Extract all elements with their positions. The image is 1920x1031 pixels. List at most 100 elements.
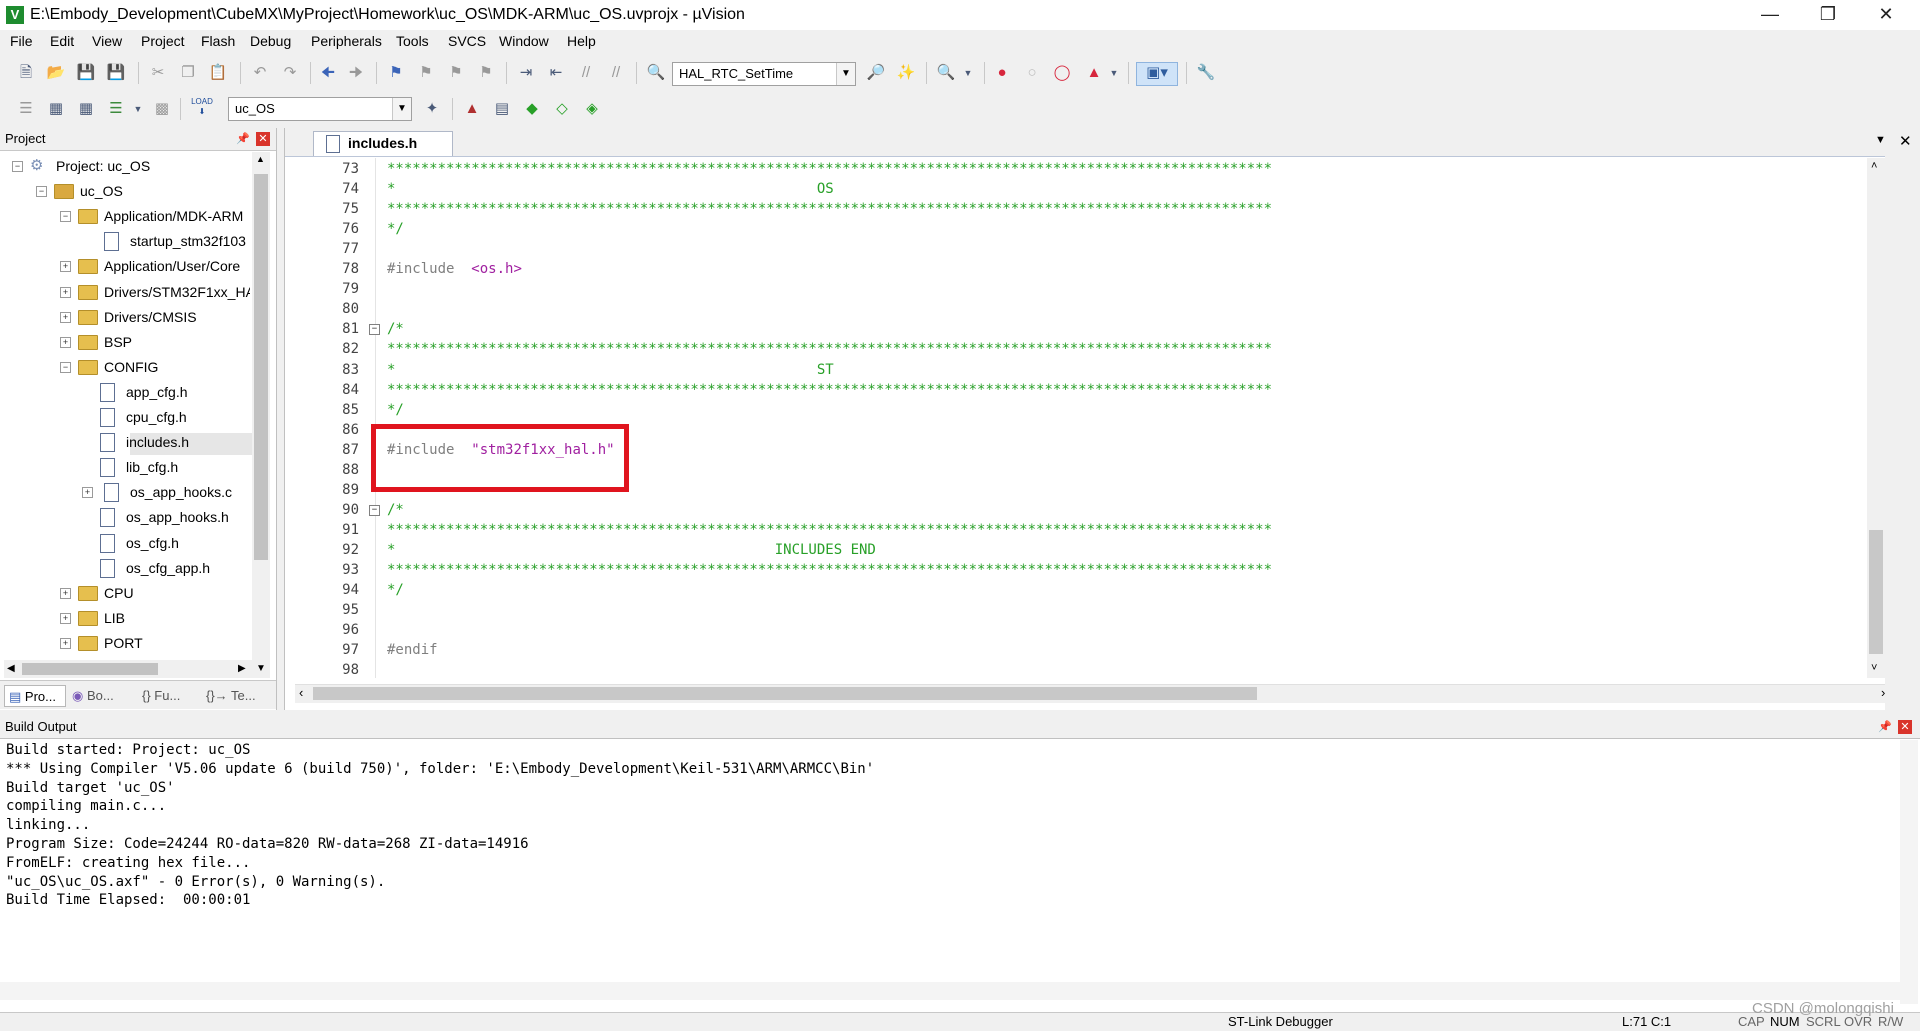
chevron-down-icon[interactable]: ▼ (958, 63, 978, 83)
code-line[interactable]: 78 #include <os.h> (285, 259, 1865, 279)
clear-bookmarks-icon[interactable]: ⚑ (476, 63, 496, 83)
next-bookmark-icon[interactable]: ⚑ (446, 63, 466, 83)
pin-icon[interactable]: 📌 (1878, 720, 1892, 733)
batch-build-icon[interactable]: ☰ (106, 99, 126, 119)
close-window-icon[interactable]: ✕ (1858, 0, 1914, 30)
collapse-icon[interactable]: − (60, 361, 71, 373)
configure-icon[interactable]: 🔧 (1196, 63, 1216, 83)
run-time-environment-icon[interactable]: ◈ (582, 99, 602, 119)
tab-books[interactable]: ◉ Bo... (72, 685, 114, 707)
code-line[interactable]: 73 **************************************… (285, 159, 1865, 179)
target-combo[interactable]: uc_OS ▼ (228, 97, 412, 121)
load-download-icon[interactable]: LOAD ⬇ (190, 97, 214, 121)
close-panel-icon[interactable]: ✕ (1898, 720, 1912, 734)
tree-item[interactable]: − ⚙ Project: uc_OS (0, 155, 252, 177)
redo-icon[interactable]: ↷ (280, 63, 300, 83)
comment-icon[interactable]: // (576, 63, 596, 83)
menu-file[interactable]: File (10, 33, 33, 49)
menu-tools[interactable]: Tools (396, 33, 429, 49)
code-line[interactable]: 91 **************************************… (285, 520, 1865, 540)
code-line[interactable]: 79 (285, 279, 1865, 299)
manage-project-items-icon[interactable]: ▲ (462, 99, 482, 119)
menu-help[interactable]: Help (567, 33, 596, 49)
code-line[interactable]: 90−/* (285, 500, 1865, 520)
tree-item[interactable]: startup_stm32f103 (0, 230, 252, 252)
stop-build-icon[interactable]: ▩ (152, 99, 172, 119)
undo-icon[interactable]: ↶ (250, 63, 270, 83)
restore-icon[interactable]: ❐ (1800, 0, 1856, 30)
code-line[interactable]: 81−/* (285, 319, 1865, 339)
tree-item[interactable]: app_cfg.h (0, 381, 252, 403)
code-line[interactable]: 77 (285, 239, 1865, 259)
tree-item[interactable]: + BSP (0, 331, 252, 353)
tree-item[interactable]: + CPU (0, 582, 252, 604)
menu-debug[interactable]: Debug (250, 33, 291, 49)
function-combo[interactable]: HAL_RTC_SetTime ▼ (672, 62, 856, 86)
expand-icon[interactable]: + (60, 286, 71, 298)
code-line[interactable]: 95 (285, 600, 1865, 620)
paste-icon[interactable]: 📋 (208, 63, 228, 83)
tree-item[interactable]: + Drivers/STM32F1xx_HA (0, 281, 252, 303)
tree-hscroll-thumb[interactable] (22, 663, 158, 675)
editor-hscroll-thumb[interactable] (313, 687, 1257, 700)
tab-project[interactable]: ▤ Pro... (4, 685, 66, 707)
tree-item[interactable]: − Application/MDK-ARM (0, 205, 252, 227)
scroll-right-icon[interactable]: › (1881, 685, 1885, 700)
tree-item[interactable]: − uc_OS (0, 180, 252, 202)
expand-icon[interactable]: + (60, 637, 71, 649)
editor-scroll-thumb[interactable] (1869, 530, 1883, 654)
scroll-right-icon[interactable]: ▶ (238, 663, 246, 674)
build-icon[interactable]: ▦ (46, 99, 66, 119)
unindent-icon[interactable]: ⇤ (546, 63, 566, 83)
debug-session-icon[interactable]: 🔍 (936, 63, 956, 83)
code-line[interactable]: 82 **************************************… (285, 339, 1865, 359)
open-folder-icon[interactable]: 📂 (46, 63, 66, 83)
tree-item[interactable]: os_app_hooks.h (0, 506, 252, 528)
disable-breakpoint-icon[interactable]: ○ (1022, 63, 1042, 83)
fold-collapse-icon[interactable]: − (369, 324, 380, 336)
expand-icon[interactable]: + (60, 336, 71, 348)
menu-view[interactable]: View (92, 33, 122, 49)
code-line[interactable]: 93 **************************************… (285, 560, 1865, 580)
scroll-down-icon[interactable]: ˅ (1871, 662, 1877, 674)
save-all-icon[interactable]: 💾 (106, 63, 126, 83)
rebuild-icon[interactable]: ▦ (76, 99, 96, 119)
file-extensions-icon[interactable]: ▤ (492, 99, 512, 119)
tree-item[interactable]: lib_cfg.h (0, 456, 252, 478)
cut-icon[interactable]: ✂ (148, 63, 168, 83)
tree-item[interactable]: os_cfg_app.h (0, 557, 252, 579)
tree-item[interactable]: os_cfg.h (0, 532, 252, 554)
uncomment-icon[interactable]: // (606, 63, 626, 83)
tree-item[interactable]: + Application/User/Core (0, 255, 252, 277)
chevron-down-icon[interactable]: ▼ (392, 98, 411, 120)
tree-item[interactable]: − CONFIG (0, 356, 252, 378)
pack-installer-icon[interactable]: ◆ (522, 99, 542, 119)
build-horizontal-scrollbar[interactable] (0, 982, 1900, 1000)
scroll-left-icon[interactable]: ‹ (299, 685, 303, 700)
tab-functions[interactable]: {} Fu... (142, 685, 180, 707)
kill-all-breakpoints-icon[interactable]: ▲ (1084, 63, 1104, 83)
pin-icon[interactable]: 📌 (236, 132, 250, 145)
copy-icon[interactable]: ❐ (178, 63, 198, 83)
find-in-files-icon[interactable]: 🔍 (646, 63, 666, 83)
close-tab-icon[interactable]: ✕ (1899, 132, 1912, 150)
tree-item[interactable]: + Drivers/CMSIS (0, 306, 252, 328)
code-line[interactable]: 75 **************************************… (285, 199, 1865, 219)
code-line[interactable]: 94 */ (285, 580, 1865, 600)
expand-icon[interactable]: + (60, 612, 71, 624)
indent-icon[interactable]: ⇥ (516, 63, 536, 83)
tab-templates[interactable]: {}→ Te... (206, 685, 256, 707)
navigate-forward-icon[interactable]: 🠊 (346, 63, 366, 83)
menu-flash[interactable]: Flash (201, 33, 235, 49)
fold-collapse-icon[interactable]: − (369, 504, 380, 516)
tree-item[interactable]: includes.h (0, 431, 252, 453)
tree-item[interactable]: + os_app_hooks.c (0, 481, 252, 503)
tree-item[interactable]: + PORT (0, 632, 252, 654)
expand-icon[interactable]: + (60, 311, 71, 323)
code-line[interactable]: 96 (285, 620, 1865, 640)
collapse-icon[interactable]: − (60, 211, 71, 223)
chevron-down-icon[interactable]: ▼ (1104, 63, 1124, 83)
expand-icon[interactable]: + (60, 261, 71, 273)
code-line[interactable]: 83 * ST (285, 360, 1865, 380)
scroll-down-icon[interactable]: ▼ (256, 663, 266, 674)
